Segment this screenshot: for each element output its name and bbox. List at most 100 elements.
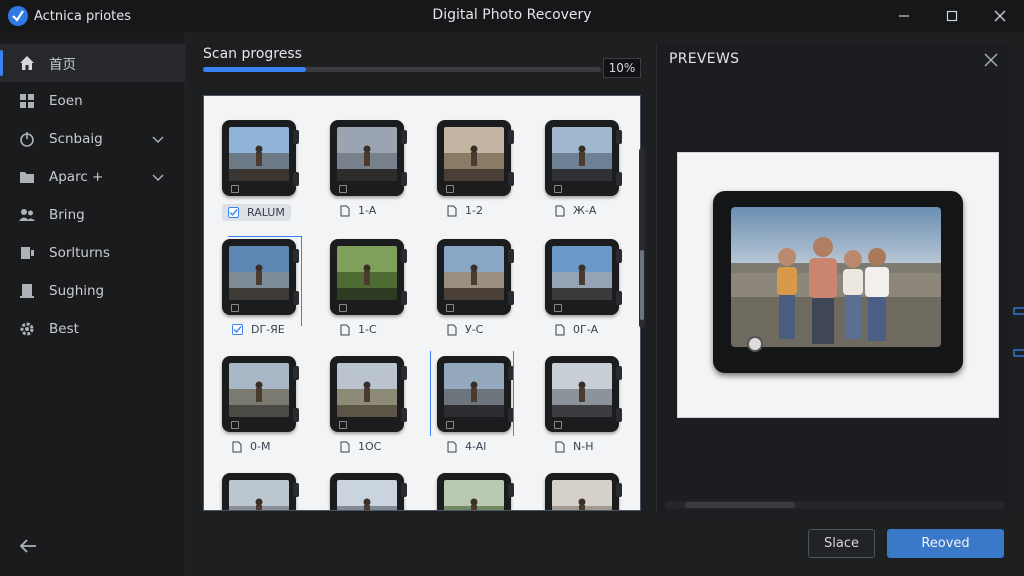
gear-icon [18, 320, 36, 338]
thumbnail-image [337, 127, 397, 181]
thumbnail-caption: 1ОС [340, 440, 381, 453]
maximize-button[interactable] [928, 0, 976, 32]
preview-image-frame [677, 152, 999, 418]
sidebar-item-label: 首页 [49, 57, 76, 73]
sidebar-item-label: Sorlturns [49, 245, 110, 261]
thumbnail-caption: 0Г-А [555, 323, 598, 336]
photo-grid: RALUM 1-A 1-2 Ж-А DГ-ЯЕ 1-C У-С 0Г-А 0-М 1ОС 4-Al N… [203, 95, 641, 511]
reoved-button[interactable]: Reoved [887, 529, 1004, 558]
file-icon [555, 441, 565, 452]
sidebar-item-label: Bring [49, 207, 85, 223]
photo-thumbnail[interactable] [330, 239, 407, 315]
file-icon [340, 441, 350, 452]
photo-thumbnail[interactable] [545, 356, 622, 432]
checkbox-icon[interactable] [228, 207, 239, 218]
photo-thumbnail[interactable] [330, 120, 407, 196]
thumbnail-caption: 0-М [232, 440, 270, 453]
thumbnail-image [552, 127, 612, 181]
file-icon [232, 441, 242, 452]
thumbnail-caption: 4-Al [447, 440, 486, 453]
thumbnail-caption: N-Н [555, 440, 593, 453]
arrow-left-icon[interactable] [16, 534, 40, 558]
caption-text: 4-Al [465, 440, 487, 453]
photo-thumbnail[interactable] [330, 473, 407, 510]
slace-button[interactable]: Slace [808, 529, 875, 558]
caption-text: Ж-А [573, 204, 597, 217]
caption-text: 0Г-А [573, 323, 599, 336]
file-icon [447, 441, 457, 452]
file-icon [447, 205, 457, 216]
close-icon[interactable] [984, 53, 998, 67]
thumbnail-status-icon [554, 304, 562, 312]
photo-thumbnail[interactable] [330, 356, 407, 432]
thumbnail-caption: У-С [447, 323, 483, 336]
caption-text: N-Н [573, 440, 594, 453]
thumbnail-status-icon [554, 185, 562, 193]
caption-text: 1-2 [465, 204, 483, 217]
thumbnail-image [444, 246, 504, 300]
thumbnail-image [552, 480, 612, 510]
caption-text: RALUM [247, 206, 285, 219]
file-icon [555, 324, 565, 335]
sidebar-item-sorlturns[interactable]: Sorlturns [0, 234, 185, 272]
photo-thumbnail[interactable] [437, 120, 514, 196]
thumbnail-caption: 1-C [340, 323, 377, 336]
caption-text: 1-A [358, 204, 377, 217]
sidebar-item-best[interactable]: Best [0, 310, 185, 348]
sidebar-item-label: Sughing [49, 283, 105, 299]
sidebar-item-scnbaig[interactable]: Scnbaig [0, 120, 185, 158]
home-icon [18, 54, 36, 72]
thumbnail-image [444, 480, 504, 510]
preview-pane: PREVEWS [656, 43, 1010, 513]
close-icon [994, 10, 1006, 22]
thumbnail-status-icon [231, 421, 239, 429]
close-window-button[interactable] [976, 0, 1024, 32]
grid-scrollbar-thumb[interactable] [640, 250, 644, 320]
sidebar-item-bring[interactable]: Bring [0, 196, 185, 234]
photo-thumbnail[interactable] [222, 473, 299, 510]
device-icon [18, 244, 36, 262]
photo-thumbnail[interactable] [545, 239, 622, 315]
thumbnail-status-icon [339, 185, 347, 193]
file-icon [447, 324, 457, 335]
thumbnail-image [337, 246, 397, 300]
caption-text: 1ОС [358, 440, 382, 453]
photo-thumbnail[interactable] [437, 239, 514, 315]
thumbnail-image [337, 363, 397, 417]
scan-progress-fill [203, 67, 307, 72]
file-icon [340, 205, 350, 216]
preview-scrollbar-thumb[interactable] [685, 502, 795, 508]
sidebar: 首页 Eoen Scnbaig Aparc + Bring Sorlturns [0, 32, 186, 576]
app-brand: Actnica priotes [0, 6, 200, 26]
thumbnail-status-icon [554, 421, 562, 429]
photo-thumbnail[interactable] [545, 473, 622, 510]
photo-thumbnail[interactable] [437, 473, 514, 510]
thumbnail-status-icon [446, 304, 454, 312]
minimize-icon [899, 15, 909, 17]
file-icon [340, 324, 350, 335]
sidebar-item-home[interactable]: 首页 [0, 44, 185, 82]
chevron-down-icon[interactable] [151, 132, 165, 146]
thumbnail-image [444, 127, 504, 181]
thumbnail-caption: 1-2 [447, 204, 483, 217]
chevron-down-icon[interactable] [151, 170, 165, 184]
sidebar-item-label: Best [49, 321, 79, 337]
power-icon [18, 130, 36, 148]
clipboard-icon [18, 282, 36, 300]
photo-thumbnail[interactable] [222, 120, 299, 196]
caption-text: 1-C [358, 323, 377, 336]
thumbnail-status-icon [446, 185, 454, 193]
grid-icon [18, 92, 36, 110]
minimize-button[interactable] [880, 0, 928, 32]
caption-text: У-С [465, 323, 484, 336]
preview-device [713, 191, 963, 373]
sidebar-item-label: Aparc + [49, 169, 104, 185]
sidebar-item-aparc[interactable]: Aparc + [0, 158, 185, 196]
thumbnail-caption[interactable]: RALUM [222, 204, 291, 221]
sidebar-item-sughing[interactable]: Sughing [0, 272, 185, 310]
thumbnail-status-icon [339, 304, 347, 312]
photo-thumbnail[interactable] [222, 356, 299, 432]
photo-thumbnail[interactable] [545, 120, 622, 196]
preview-scrollbar[interactable] [665, 501, 1005, 509]
sidebar-item-eoen[interactable]: Eoen [0, 82, 185, 120]
